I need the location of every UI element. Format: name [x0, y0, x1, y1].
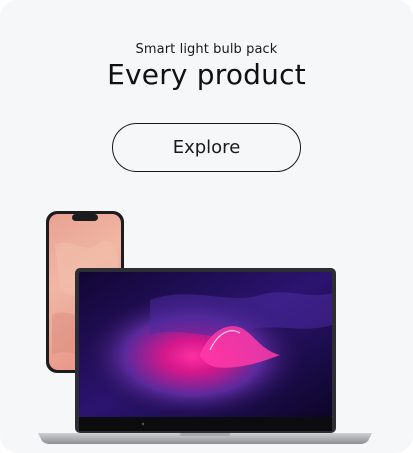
laptop-image — [38, 268, 372, 444]
promo-eyebrow: Smart light bulb pack — [135, 42, 278, 57]
devices-illustration — [38, 211, 372, 444]
explore-button[interactable]: Explore — [112, 123, 301, 172]
promo-card: Smart light bulb pack Every product Expl… — [0, 0, 413, 453]
promo-headline: Every product — [107, 58, 306, 91]
